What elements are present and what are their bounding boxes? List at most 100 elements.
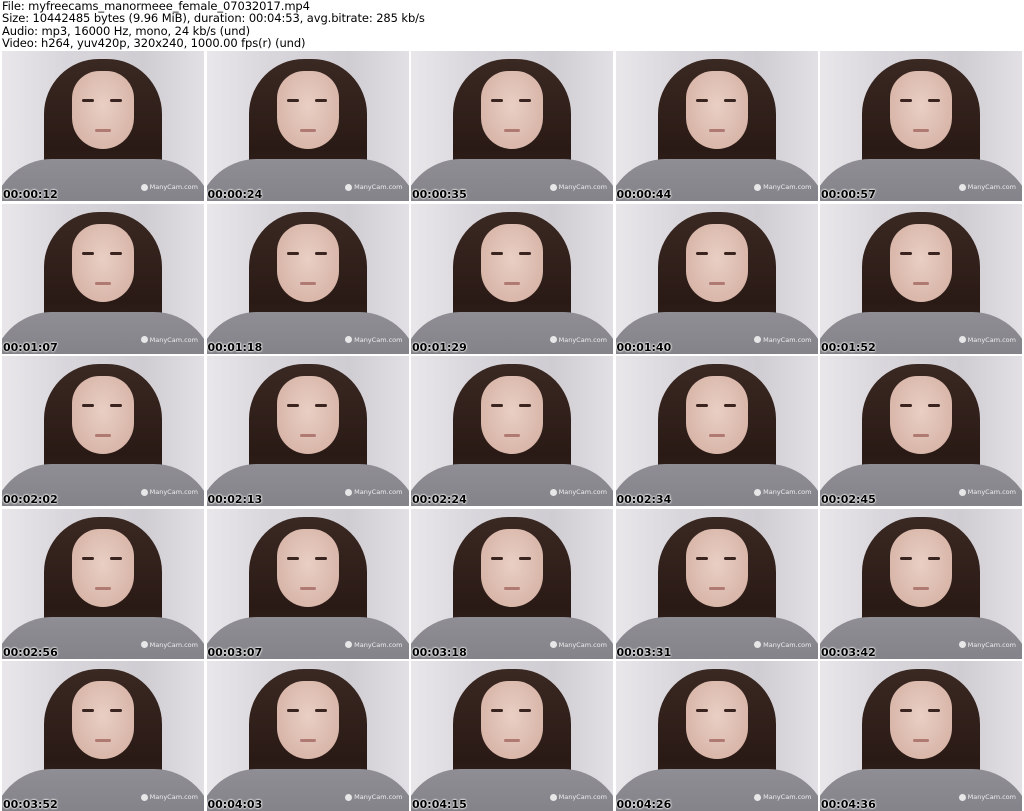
timestamp-label: 00:01:52 xyxy=(821,340,876,354)
watermark: ManyCam.com xyxy=(345,488,403,496)
watermark: ManyCam.com xyxy=(140,793,198,801)
video-thumbnail: ManyCam.com 00:01:40 xyxy=(615,203,818,354)
video-thumbnail: ManyCam.com 00:04:26 xyxy=(615,661,818,811)
thumbnail-mouth xyxy=(299,434,316,437)
thumbnail-face xyxy=(685,528,748,607)
watermark: ManyCam.com xyxy=(958,335,1016,344)
thumbnail-face xyxy=(890,681,952,759)
watermark: ManyCam.com xyxy=(549,183,607,191)
manycam-logo-icon xyxy=(549,641,557,648)
manycam-logo-icon xyxy=(549,793,557,801)
timestamp-label: 00:01:07 xyxy=(3,340,58,354)
thumbnail-right-eye xyxy=(519,251,531,255)
manycam-logo-icon xyxy=(345,793,353,801)
thumbnail-right-eye xyxy=(314,556,327,560)
thumbnail-left-eye xyxy=(286,404,299,407)
video-thumbnail: ManyCam.com 00:00:44 xyxy=(615,51,818,201)
thumbnail-right-eye xyxy=(110,251,122,255)
thumbnail-left-eye xyxy=(82,251,94,255)
thumbnail-left-eye xyxy=(900,404,912,407)
thumbnail-face xyxy=(72,71,134,149)
watermark-text: ManyCam.com xyxy=(967,640,1016,649)
manycam-logo-icon xyxy=(140,183,148,191)
watermark: ManyCam.com xyxy=(140,336,198,344)
manycam-logo-icon xyxy=(140,793,148,801)
thumbnail-right-eye xyxy=(928,556,940,560)
timestamp-label: 00:03:31 xyxy=(616,645,672,659)
timestamp-label: 00:04:26 xyxy=(616,798,672,811)
manycam-logo-icon xyxy=(549,183,557,191)
manycam-logo-icon xyxy=(958,641,966,648)
watermark: ManyCam.com xyxy=(140,641,198,649)
file-size-line: Size: 10442485 bytes (9.96 MiB), duratio… xyxy=(2,11,425,26)
thumbnail-left-eye xyxy=(82,709,94,712)
thumbnail-right-eye xyxy=(519,404,531,407)
manycam-logo-icon xyxy=(958,488,966,496)
thumbnail-face xyxy=(890,528,952,607)
thumbnail-face xyxy=(276,71,339,149)
watermark-text: ManyCam.com xyxy=(763,488,812,496)
watermark-text: ManyCam.com xyxy=(149,183,198,191)
watermark-text: ManyCam.com xyxy=(967,488,1016,496)
timestamp-label: 00:03:18 xyxy=(412,645,467,659)
thumbnail-left-eye xyxy=(286,99,299,102)
watermark-text: ManyCam.com xyxy=(967,335,1016,344)
thumbnail-right-eye xyxy=(314,99,327,102)
video-thumbnail: ManyCam.com 00:00:35 xyxy=(411,51,613,201)
thumbnail-mouth xyxy=(504,739,520,742)
timestamp-label: 00:00:24 xyxy=(207,188,263,201)
watermark: ManyCam.com xyxy=(549,488,607,496)
video-thumbnail: ManyCam.com 00:01:07 xyxy=(2,203,204,354)
video-thumbnail: ManyCam.com 00:04:15 xyxy=(411,661,613,811)
thumbnail-right-eye xyxy=(723,99,736,102)
watermark-text: ManyCam.com xyxy=(558,640,607,649)
thumbnail-left-eye xyxy=(82,556,94,560)
watermark: ManyCam.com xyxy=(754,488,812,496)
timestamp-label: 00:02:02 xyxy=(3,493,58,506)
watermark: ManyCam.com xyxy=(345,793,403,801)
thumbnail-left-eye xyxy=(491,556,503,560)
thumbnail-left-eye xyxy=(695,556,708,560)
thumbnail-right-eye xyxy=(928,251,940,255)
watermark: ManyCam.com xyxy=(958,793,1016,801)
watermark-text: ManyCam.com xyxy=(558,488,607,496)
video-thumbnail: ManyCam.com 00:02:45 xyxy=(820,356,1022,506)
timestamp-label: 00:04:03 xyxy=(207,798,263,811)
timestamp-label: 00:00:35 xyxy=(412,188,467,201)
thumbnail-face xyxy=(72,681,134,759)
thumbnail-face xyxy=(276,681,339,759)
thumbnail-face xyxy=(276,223,339,302)
thumbnail-face xyxy=(685,681,748,759)
manycam-logo-icon xyxy=(754,488,762,496)
thumbnail-left-eye xyxy=(900,251,912,255)
thumbnail-face xyxy=(481,71,543,149)
watermark: ManyCam.com xyxy=(754,641,812,649)
timestamp-label: 00:02:34 xyxy=(616,493,672,506)
watermark-text: ManyCam.com xyxy=(149,793,198,801)
thumbnail-face xyxy=(72,376,134,454)
thumbnail-right-eye xyxy=(110,99,122,102)
watermark: ManyCam.com xyxy=(549,640,607,649)
watermark-text: ManyCam.com xyxy=(558,793,607,801)
thumbnail-face xyxy=(481,528,543,607)
thumbnail-face xyxy=(72,528,134,607)
video-thumbnail: ManyCam.com 00:04:36 xyxy=(820,661,1022,811)
thumbnail-right-eye xyxy=(723,404,736,407)
thumbnail-left-eye xyxy=(695,99,708,102)
watermark: ManyCam.com xyxy=(345,183,403,191)
thumbnail-mouth xyxy=(299,586,316,590)
thumbnail-mouth xyxy=(708,434,725,437)
manycam-logo-icon xyxy=(958,793,966,801)
manycam-logo-icon xyxy=(958,183,966,191)
thumbnail-left-eye xyxy=(286,709,299,712)
manycam-logo-icon xyxy=(140,641,148,648)
thumbnail-mouth xyxy=(708,739,725,742)
manycam-logo-icon xyxy=(754,793,762,801)
thumbnail-mouth xyxy=(95,281,111,285)
watermark-text: ManyCam.com xyxy=(354,793,403,801)
thumbnail-face xyxy=(685,71,748,149)
timestamp-label: 00:00:44 xyxy=(616,188,672,201)
watermark-text: ManyCam.com xyxy=(354,335,403,344)
thumbnail-mouth xyxy=(299,739,316,742)
thumbnail-left-eye xyxy=(900,556,912,560)
